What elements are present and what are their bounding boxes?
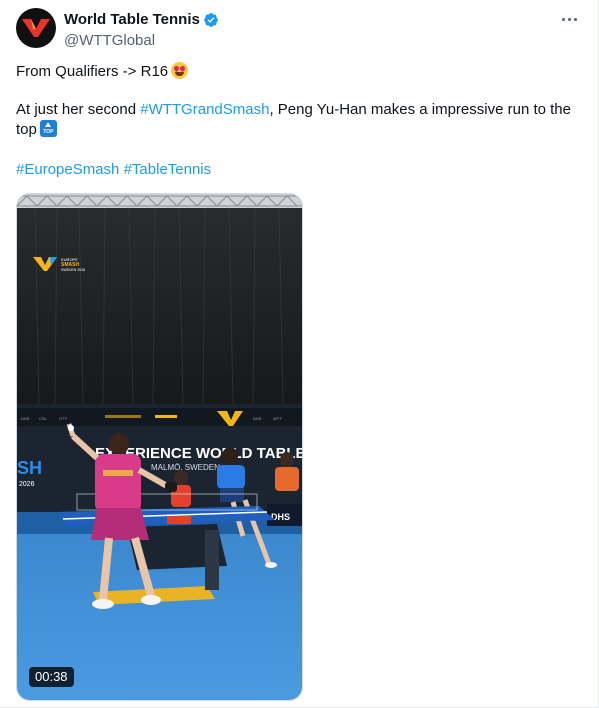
tweet-card: World Table Tennis @WTTGlobal From Quali… bbox=[0, 0, 599, 708]
wtt-logo-icon bbox=[22, 19, 50, 37]
svg-text:CSL: CSL bbox=[39, 416, 48, 421]
author-avatar[interactable] bbox=[16, 8, 56, 48]
svg-text:DHS: DHS bbox=[271, 512, 290, 522]
tweet-header: World Table Tennis @WTTGlobal bbox=[16, 8, 586, 52]
video-player[interactable]: EUROPE SMASH SWEDEN 2026 DHS CSL ITTF DHS W… bbox=[16, 193, 303, 701]
tweet-text-line1: From Qualifiers -> R16 bbox=[16, 62, 586, 82]
author-display-name[interactable]: World Table Tennis bbox=[64, 10, 200, 30]
svg-text:ITTF: ITTF bbox=[59, 416, 68, 421]
scene-subtitle: MALMÖ, SWEDEN bbox=[151, 463, 220, 472]
tweet-text-line2: At just her second #WTTGrandSmash, Peng … bbox=[16, 100, 586, 140]
tweet-text: At just her second bbox=[16, 101, 141, 118]
hashtag-link[interactable]: #EuropeSmash bbox=[16, 161, 119, 178]
svg-text:DHS: DHS bbox=[253, 416, 262, 421]
heart-eyes-emoji-icon bbox=[171, 62, 189, 79]
svg-text:WTT: WTT bbox=[273, 416, 282, 421]
author-names: World Table Tennis @WTTGlobal bbox=[64, 10, 219, 51]
hashtag-link[interactable]: #WTTGrandSmash bbox=[140, 101, 269, 118]
hashtag-link[interactable]: #TableTennis bbox=[124, 161, 212, 178]
svg-text:SWEDEN 2026: SWEDEN 2026 bbox=[61, 268, 85, 272]
top-arrow-emoji-icon: TOP bbox=[39, 120, 57, 137]
svg-text:DHS: DHS bbox=[21, 416, 30, 421]
verified-badge-icon bbox=[204, 13, 218, 27]
scene-left-text: SH bbox=[17, 458, 42, 478]
more-options-icon[interactable] bbox=[552, 8, 586, 30]
video-thumbnail: EUROPE SMASH SWEDEN 2026 DHS CSL ITTF DHS W… bbox=[17, 194, 302, 700]
author-handle[interactable]: @WTTGlobal bbox=[64, 31, 219, 51]
video-duration: 00:38 bbox=[29, 667, 74, 687]
tweet-text: From Qualifiers -> R16 bbox=[16, 63, 169, 80]
scene-year: 2026 bbox=[19, 481, 35, 488]
tweet-hashtags: #EuropeSmash #TableTennis bbox=[16, 160, 586, 180]
